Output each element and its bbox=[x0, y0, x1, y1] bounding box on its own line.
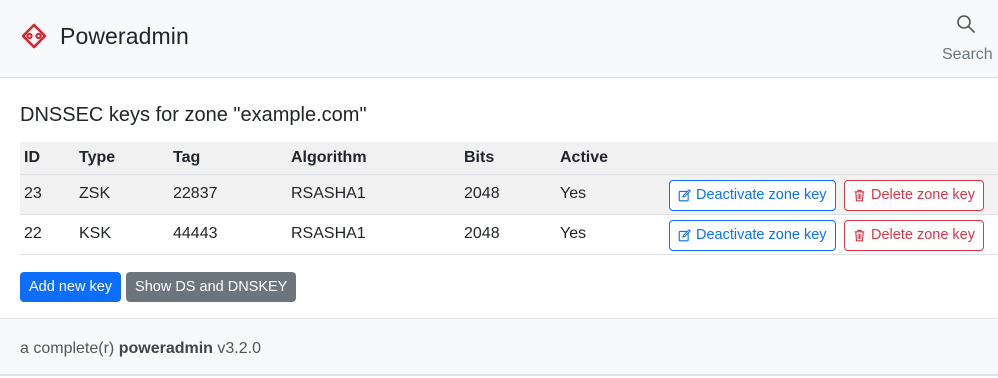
show-ds-dnskey-button[interactable]: Show DS and DNSKEY bbox=[126, 272, 297, 302]
deactivate-zone-key-button[interactable]: Deactivate zone key bbox=[668, 219, 836, 251]
cell-type: KSK bbox=[79, 225, 112, 242]
column-header-tag: Tag bbox=[173, 148, 201, 166]
search-label: Search bbox=[942, 46, 993, 63]
column-header-id: ID bbox=[24, 148, 40, 166]
edit-icon bbox=[678, 228, 691, 241]
footer-text: a complete(r) poweradmin v3.2.0 bbox=[20, 340, 261, 358]
footer-product[interactable]: poweradmin bbox=[119, 340, 213, 357]
footer: a complete(r) poweradmin v3.2.0 bbox=[0, 318, 998, 376]
key-actions-bar: Add new key Show DS and DNSKEY bbox=[20, 272, 297, 302]
cell-id: 23 bbox=[24, 185, 42, 202]
cell-type: ZSK bbox=[79, 185, 111, 202]
cell-algorithm: RSASHA1 bbox=[291, 185, 366, 202]
column-header-bits: Bits bbox=[464, 148, 495, 166]
cell-bits: 2048 bbox=[464, 225, 500, 242]
footer-version: v3.2.0 bbox=[217, 340, 261, 357]
delete-zone-key-label: Delete zone key bbox=[871, 227, 975, 243]
deactivate-zone-key-button[interactable]: Deactivate zone key bbox=[668, 179, 836, 211]
trash-icon bbox=[854, 189, 865, 201]
edit-icon bbox=[678, 188, 691, 201]
cell-active: Yes bbox=[560, 185, 587, 202]
poweradmin-logo-icon bbox=[20, 22, 48, 50]
search-link[interactable]: Search bbox=[942, 12, 998, 68]
brand-link[interactable]: Poweradmin bbox=[20, 22, 189, 50]
delete-zone-key-button[interactable]: Delete zone key bbox=[844, 219, 984, 251]
dnssec-keys-table: ID Type Tag Algorithm Bits Active 23 ZSK… bbox=[20, 142, 998, 255]
cell-active: Yes bbox=[560, 225, 587, 242]
main-content: DNSSEC keys for zone "example.com" ID Ty… bbox=[0, 78, 998, 318]
column-header-active: Active bbox=[560, 148, 609, 166]
column-header-type: Type bbox=[79, 148, 116, 166]
deactivate-zone-key-label: Deactivate zone key bbox=[695, 187, 827, 203]
trash-icon bbox=[854, 229, 865, 241]
column-header-algorithm: Algorithm bbox=[291, 148, 367, 166]
footer-prefix: a complete(r) bbox=[20, 340, 115, 357]
cell-bits: 2048 bbox=[464, 185, 500, 202]
delete-zone-key-button[interactable]: Delete zone key bbox=[844, 179, 984, 211]
brand-name: Poweradmin bbox=[60, 22, 189, 49]
delete-zone-key-label: Delete zone key bbox=[871, 187, 975, 203]
cell-actions: Deactivate zone key Delete zone key bbox=[656, 174, 998, 214]
cell-actions: Deactivate zone key Delete zone key bbox=[656, 214, 998, 254]
search-icon bbox=[956, 14, 976, 34]
deactivate-zone-key-label: Deactivate zone key bbox=[695, 227, 827, 243]
table-row: 22 KSK 44443 RSASHA1 2048 Yes Deactivate… bbox=[20, 214, 998, 254]
cell-tag: 44443 bbox=[173, 225, 218, 242]
table-row: 23 ZSK 22837 RSASHA1 2048 Yes Deactivate… bbox=[20, 174, 998, 214]
top-navbar: Poweradmin Search bbox=[0, 0, 998, 78]
cell-id: 22 bbox=[24, 225, 42, 242]
table-header-row: ID Type Tag Algorithm Bits Active bbox=[20, 142, 998, 174]
cell-tag: 22837 bbox=[173, 185, 218, 202]
page-title: DNSSEC keys for zone "example.com" bbox=[20, 104, 367, 126]
add-new-key-button[interactable]: Add new key bbox=[20, 272, 122, 302]
column-header-actions bbox=[656, 142, 998, 174]
cell-algorithm: RSASHA1 bbox=[291, 225, 366, 242]
